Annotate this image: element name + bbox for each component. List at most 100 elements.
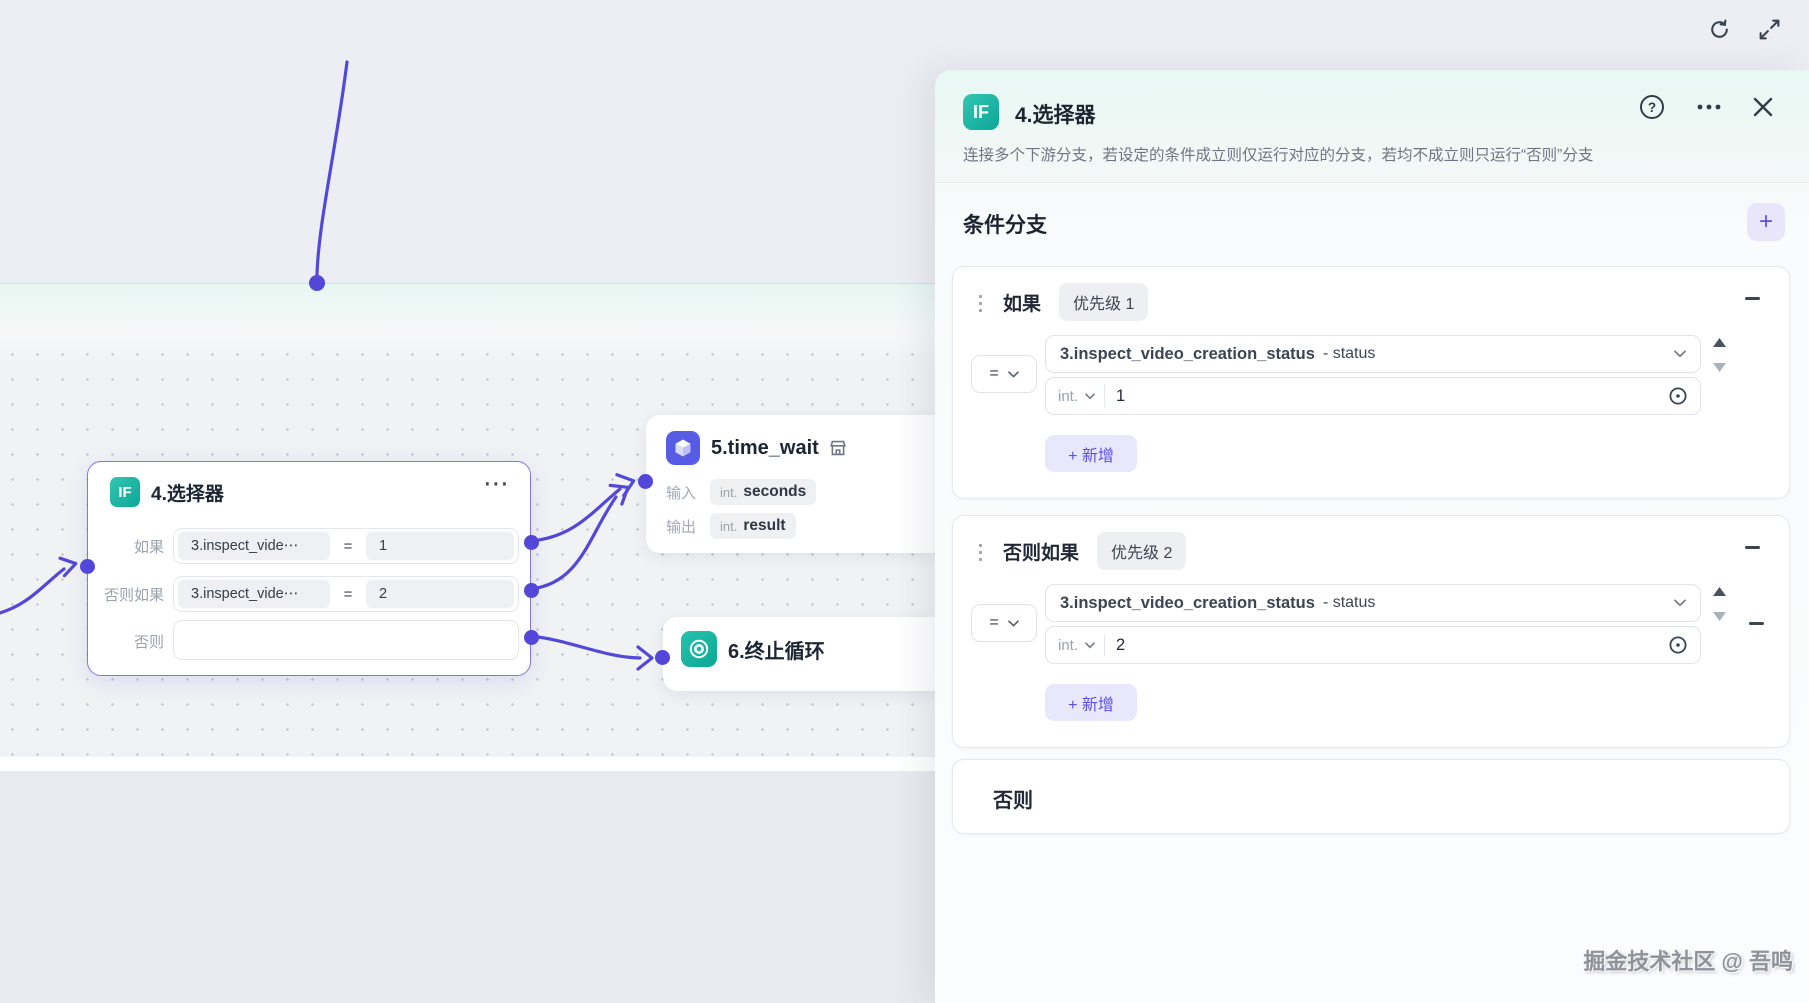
port-selector-elseif-output[interactable] — [524, 583, 539, 598]
reference-select[interactable]: 3.inspect_video_creation_status - status — [1045, 584, 1701, 622]
time-wait-output-row: 输出 int. result — [666, 513, 796, 539]
time-wait-title-row: 5.time_wait — [711, 437, 848, 460]
break-loop-header: 6.终止循环 — [681, 631, 825, 667]
time-toggle-button[interactable] — [1668, 635, 1688, 655]
panel-divider — [935, 182, 1809, 183]
node-break-loop[interactable]: 6.终止循环 — [655, 617, 946, 691]
row-label: 如果 — [133, 539, 164, 556]
reference-field: - status — [1322, 594, 1376, 611]
reference-variable: 3.inspect_video_creation_status — [1060, 344, 1315, 363]
add-condition-button[interactable]: + 新增 — [1045, 435, 1137, 472]
stepper-down-icon — [1712, 363, 1726, 372]
operator-select[interactable]: = — [971, 604, 1037, 642]
io-label: 输入 — [666, 484, 697, 502]
remove-branch-button[interactable] — [1743, 536, 1761, 558]
io-name: result — [743, 517, 786, 534]
value-type: int. — [1058, 387, 1079, 405]
value-type: int. — [1058, 636, 1079, 654]
node-more-icon[interactable]: ⋯ — [483, 468, 510, 499]
port-selector-if-output[interactable] — [524, 535, 539, 550]
port-selector-input[interactable] — [80, 559, 95, 574]
drag-handle[interactable] — [977, 293, 986, 315]
clock-icon — [1669, 636, 1687, 654]
io-pill: int. seconds — [710, 479, 817, 505]
close-panel-button[interactable] — [1748, 92, 1778, 122]
remove-condition-button[interactable] — [1747, 612, 1765, 634]
condition-value-pill: 2 — [366, 580, 514, 608]
stepper-down-icon — [1712, 612, 1726, 621]
priority-stepper[interactable] — [1709, 587, 1729, 621]
condition-ref-pill: 3.inspect_vide⋯ — [178, 532, 330, 560]
section-title-condition-branches: 条件分支 — [963, 214, 1047, 237]
time-toggle-button[interactable] — [1668, 386, 1688, 406]
value-input[interactable]: int. 1 — [1045, 377, 1701, 415]
break-loop-icon — [681, 631, 717, 667]
io-type: int. — [720, 484, 738, 500]
panel-description: 连接多个下游分支，若设定的条件成立则仅运行对应的分支，若均不成立则只运行“否则”… — [963, 147, 1594, 164]
panel-more-button[interactable] — [1689, 92, 1729, 122]
add-branch-button[interactable]: + — [1747, 203, 1785, 241]
watermark: 掘金技术社区 @ 吾鸣 — [1583, 949, 1793, 974]
operator-value: = — [989, 365, 999, 382]
stepper-up-icon — [1712, 338, 1726, 347]
node-config-panel: IF 4.选择器 ? 连接多个下游分支，若设定的条件成立则仅运行对应的分支，若均… — [935, 70, 1809, 1003]
condition-summary[interactable]: 3.inspect_vide⋯ = 2 — [173, 576, 519, 612]
io-pill: int. result — [710, 513, 796, 539]
branch-header: 如果 优先级 1 — [1003, 283, 1149, 321]
clock-icon — [1669, 387, 1687, 405]
refresh-icon — [1710, 19, 1728, 38]
condition-summary[interactable]: 3.inspect_vide⋯ = 1 — [173, 528, 519, 564]
io-type: int. — [720, 518, 738, 534]
chevron-down-icon — [1085, 392, 1095, 400]
priority-badge: 优先级 1 — [1059, 283, 1149, 321]
else-label: 否则 — [993, 790, 1033, 812]
drag-handle[interactable] — [977, 542, 986, 564]
reference-variable: 3.inspect_video_creation_status — [1060, 593, 1315, 612]
reference-select[interactable]: 3.inspect_video_creation_status - status — [1045, 335, 1701, 373]
close-icon — [1753, 97, 1773, 117]
condition-operator: = — [343, 537, 353, 555]
add-condition-button[interactable]: + 新增 — [1045, 684, 1137, 721]
node-time-wait[interactable]: 5.time_wait 输入 int. seconds 输出 int. resu… — [638, 415, 946, 553]
input-divider — [1104, 634, 1106, 656]
operator-value: = — [989, 614, 999, 631]
priority-stepper[interactable] — [1709, 338, 1729, 372]
remove-branch-button[interactable] — [1743, 287, 1761, 309]
time-wait-title: 5.time_wait — [711, 436, 819, 459]
condition-value-pill: 1 — [366, 532, 514, 560]
refresh-button[interactable] — [1705, 15, 1733, 43]
branch-card-elseif: 否则如果 优先级 2 = 3.inspect_video_creation_st… — [952, 515, 1790, 748]
plugin-cube-icon — [666, 431, 700, 465]
help-icon: ? — [1640, 95, 1664, 119]
port-selector-else-output[interactable] — [524, 630, 539, 645]
branch-card-else: 否则 — [952, 759, 1790, 834]
value-input[interactable]: int. 2 — [1045, 626, 1701, 664]
selector-node-title: 4.选择器 — [151, 483, 224, 505]
row-label: 否则如果 — [103, 587, 164, 604]
panel-title: 4.选择器 — [1015, 104, 1096, 127]
input-divider — [1104, 385, 1106, 407]
time-wait-header: 5.time_wait — [666, 431, 848, 465]
condition-operator: = — [343, 585, 353, 603]
port-time-wait-input[interactable] — [638, 474, 653, 489]
row-label: 否则 — [133, 634, 164, 651]
expand-button[interactable] — [1755, 15, 1783, 43]
branch-header: 否则如果 优先级 2 — [1003, 532, 1187, 570]
operator-select[interactable]: = — [971, 355, 1037, 393]
selector-node-header: IF 4.选择器 — [110, 477, 224, 507]
expand-icon — [1759, 19, 1779, 39]
chevron-down-icon — [1007, 619, 1019, 627]
node-selector[interactable]: IF 4.选择器 ⋯ 如果 3.inspect_vide⋯ = 1 否则如果 3… — [80, 461, 539, 676]
condition-ref-pill: 3.inspect_vide⋯ — [178, 580, 330, 608]
minus-icon — [1744, 296, 1760, 300]
chevron-down-icon — [1674, 599, 1686, 607]
help-button[interactable]: ? — [1637, 92, 1667, 122]
time-wait-input-row: 输入 int. seconds — [666, 479, 817, 505]
chevron-down-icon — [1007, 370, 1019, 378]
stepper-up-icon — [1712, 587, 1726, 596]
port-break-loop-input[interactable] — [655, 650, 670, 665]
else-empty-box[interactable] — [173, 620, 519, 660]
io-name: seconds — [743, 483, 807, 500]
store-icon — [829, 440, 846, 456]
io-label: 输出 — [666, 518, 697, 536]
